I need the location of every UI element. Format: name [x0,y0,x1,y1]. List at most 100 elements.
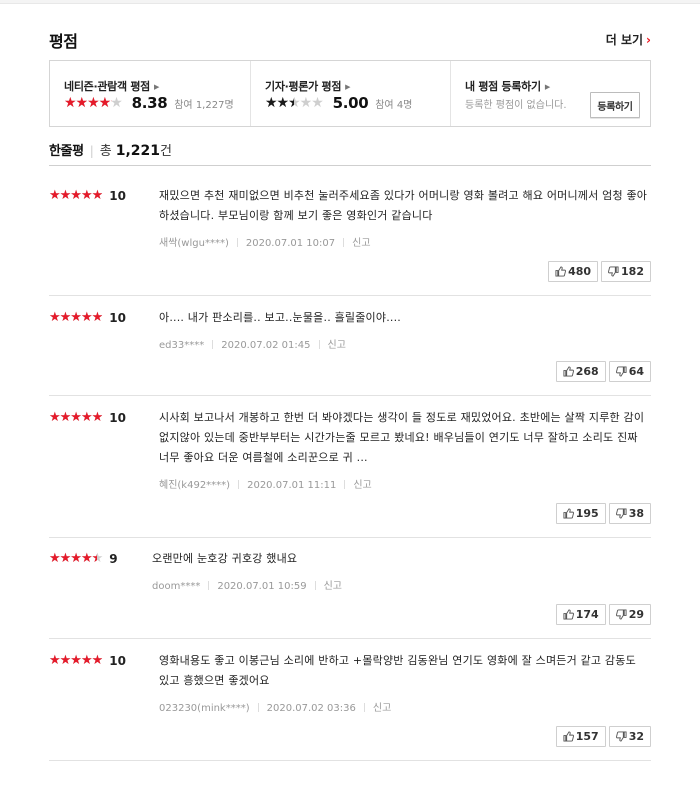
thumbs-up-icon [563,365,576,378]
thumbs-up-icon [563,730,576,743]
thumbs-down-icon [615,365,629,378]
review-date: 2020.07.02 03:36 [266,703,356,714]
review-score: 10 [109,189,126,203]
divider [238,480,240,489]
more-link[interactable]: 더 보기 › [606,31,651,48]
report-link[interactable]: 신고 [353,480,371,491]
review-rating: ★★★★★ ★★★★★ 10 [49,653,126,669]
like-button[interactable]: 480 [548,261,599,282]
review-date: 2020.07.02 01:45 [221,340,311,351]
divider [212,340,214,349]
netizen-score: 8.38 [131,94,168,112]
vote-buttons: 480 182 [545,261,651,282]
section-header: 평점 더 보기 › [49,28,651,51]
dislike-count: 64 [628,365,644,378]
my-rating-empty-text: 등록한 평점이 없습니다. [465,100,567,111]
netizen-rating-link[interactable]: 네티즌·관람객 평점 ▶ [64,78,159,94]
review-user[interactable]: 혜진(k492****) [159,480,230,491]
divider [318,340,320,349]
review-user[interactable]: doom**** [152,581,200,592]
review-score: 10 [109,411,126,425]
review-star-rating: ★★★★★ ★★★★★ [49,653,103,668]
critic-count: 참여 4명 [375,99,413,111]
like-button[interactable]: 157 [555,726,606,747]
netizen-star-rating: ★★★★★★★★★★ [64,95,123,111]
divider [208,581,210,590]
register-rating-button[interactable]: 등록하기 [590,92,640,118]
review-item: ★★★★★ ★★★★★ 10 시사회 보고나서 개봉하고 한번 더 봐야겠다는 생각이… [49,408,651,538]
dislike-count: 38 [628,507,644,520]
total-label: 총 [99,144,112,159]
review-text: 영화내용도 좋고 이봉근님 소리에 반하고 +몰락양반 김동완님 연기도 영화에… [159,654,636,687]
thumbs-down-icon [615,730,629,743]
review-star-rating: ★★★★★ ★★★★★ [49,551,103,566]
triangle-right-icon: ▶ [345,83,351,91]
review-item: ★★★★★ ★★★★★ 9 오랜만에 눈호강 귀호강 했내요 doom**** 2020.… [49,549,651,639]
report-link[interactable]: 신고 [328,340,346,351]
review-rating: ★★★★★ ★★★★★ 9 [49,551,118,567]
oneline-review-header: 한줄평 | 총 1,221건 [49,140,651,166]
like-count: 480 [568,265,592,278]
my-rating-label: 내 평점 등록하기 [465,80,541,93]
review-date: 2020.07.01 11:11 [247,480,337,491]
like-count: 268 [575,365,599,378]
report-link[interactable]: 신고 [324,581,342,592]
review-item: ★★★★★ ★★★★★ 10 영화내용도 좋고 이봉근님 소리에 반하고 +몰락양반 … [49,651,651,761]
page-title: 평점 [49,32,78,51]
review-meta: doom**** 2020.07.01 10:59 신고 [152,577,342,592]
divider [363,703,365,712]
report-link[interactable]: 신고 [352,238,370,249]
review-meta: 023230(mink****) 2020.07.02 03:36 신고 [159,699,391,714]
review-rating: ★★★★★ ★★★★★ 10 [49,310,126,326]
dislike-button[interactable]: 64 [608,361,651,382]
chevron-right-icon: › [646,33,651,47]
review-user[interactable]: 023230(mink****) [159,703,250,714]
review-star-rating: ★★★★★ ★★★★★ [49,410,103,425]
critic-rating-link[interactable]: 기자·평론가 평점 ▶ [265,78,351,94]
review-meta: 혜진(k492****) 2020.07.01 11:11 신고 [159,476,372,491]
review-rating: ★★★★★ ★★★★★ 10 [49,188,126,204]
like-button[interactable]: 174 [555,604,606,625]
thumbs-up-icon [555,265,568,278]
dislike-button[interactable]: 182 [601,261,651,282]
dislike-count: 32 [628,730,644,743]
like-button[interactable]: 195 [555,503,606,524]
vote-buttons: 195 38 [553,503,651,524]
dislike-button[interactable]: 29 [608,604,651,625]
review-meta: 새싹(wlgu****) 2020.07.01 10:07 신고 [159,234,371,249]
review-star-rating: ★★★★★ ★★★★★ [49,188,103,203]
oneline-review-title: 한줄평 [49,144,84,159]
review-score: 10 [109,654,126,668]
review-star-rating: ★★★★★ ★★★★★ [49,310,103,325]
more-label: 더 보기 [605,33,644,47]
review-text: 시사회 보고나서 개봉하고 한번 더 봐야겠다는 생각이 들 정도로 재밌었어요… [159,411,645,464]
divider [314,581,316,590]
my-rating-link[interactable]: 내 평점 등록하기 ▶ [465,78,550,94]
report-link[interactable]: 신고 [373,703,391,714]
review-item: ★★★★★ ★★★★★ 10 아.... 내가 판소리를.. 보고..눈물을.. 흘릴… [49,308,651,396]
review-score: 9 [109,552,118,566]
triangle-right-icon: ▶ [544,83,550,91]
dislike-button[interactable]: 38 [608,503,651,524]
dislike-count: 182 [621,265,644,278]
review-rating: ★★★★★ ★★★★★ 10 [49,410,126,426]
divider [236,238,238,247]
divider [257,703,259,712]
like-button[interactable]: 268 [555,361,606,382]
review-text: 오랜만에 눈호강 귀호강 했내요 [152,552,298,565]
netizen-rating: 네티즌·관람객 평점▶ ★★★★★★★★★★ 8.38 참여 1,227명 [50,61,250,126]
critic-star-rating: ★★★★★★★★★★ [265,95,324,111]
vote-buttons: 268 64 [553,361,651,382]
netizen-count: 참여 1,227명 [174,99,234,111]
review-user[interactable]: 새싹(wlgu****) [159,238,229,249]
dislike-button[interactable]: 32 [608,726,651,747]
divider [343,238,345,247]
thumbs-up-icon [563,507,576,520]
top-border [0,0,700,4]
review-user[interactable]: ed33**** [159,340,204,351]
netizen-rating-label: 네티즌·관람객 평점 [64,80,150,93]
thumbs-up-icon [563,608,576,621]
thumbs-down-icon [615,507,629,520]
review-score: 10 [109,311,126,325]
divider: | [89,144,94,158]
